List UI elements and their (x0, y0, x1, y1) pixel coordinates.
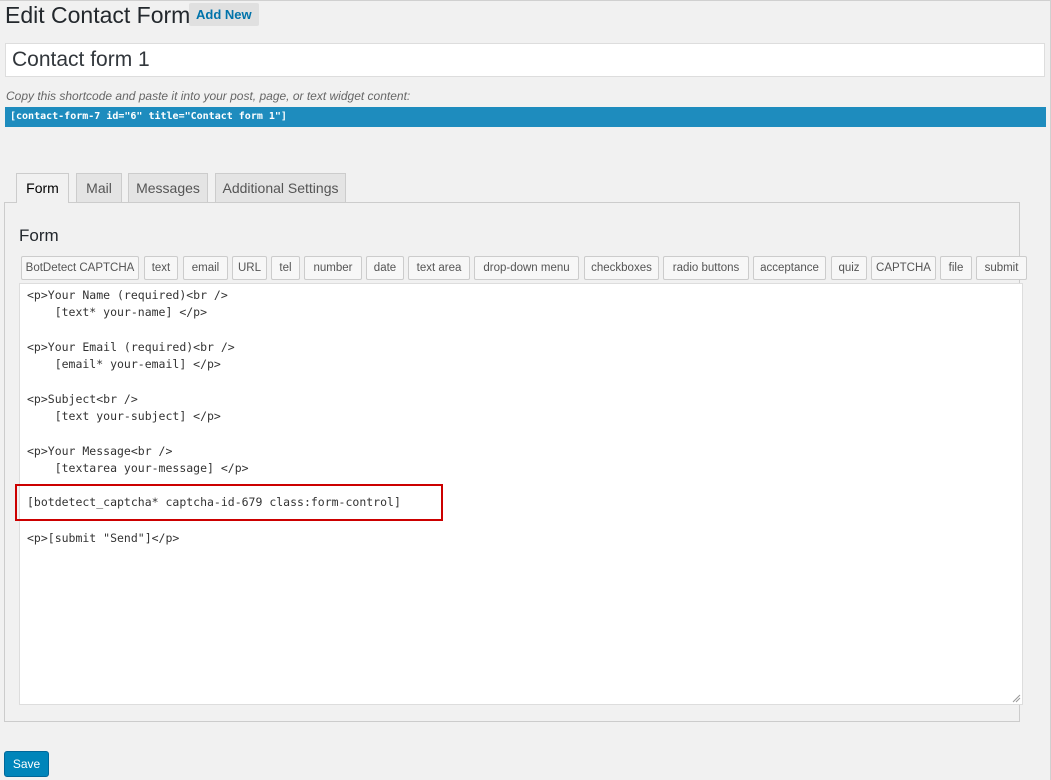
editor-line: [email* your-email] </p> (27, 357, 221, 371)
add-new-button[interactable]: Add New (189, 3, 259, 26)
panel-title: Form (19, 226, 59, 245)
tag-button-tel[interactable]: tel (271, 256, 300, 280)
tag-button-radio-buttons[interactable]: radio buttons (663, 256, 749, 280)
tag-button-drop-down-menu[interactable]: drop-down menu (474, 256, 579, 280)
shortcode-hint: Copy this shortcode and paste it into yo… (6, 89, 411, 103)
tab-additional-settings[interactable]: Additional Settings (215, 173, 346, 202)
resize-handle-icon[interactable] (1011, 693, 1021, 703)
tag-button-captcha[interactable]: CAPTCHA (871, 256, 936, 280)
tag-button-submit[interactable]: submit (976, 256, 1027, 280)
tag-button-quiz[interactable]: quiz (831, 256, 867, 280)
tag-button-date[interactable]: date (366, 256, 404, 280)
tag-button-file[interactable]: file (940, 256, 972, 280)
editor-line: [textarea your-message] </p> (27, 461, 249, 475)
tag-button-checkboxes[interactable]: checkboxes (584, 256, 659, 280)
form-title-input[interactable] (5, 43, 1045, 77)
tab-mail[interactable]: Mail (76, 173, 122, 202)
tab-messages[interactable]: Messages (128, 173, 208, 202)
editor-line: <p>Your Name (required)<br /> (27, 288, 228, 302)
tag-button-acceptance[interactable]: acceptance (753, 256, 826, 280)
tag-button-botdetect-captcha[interactable]: BotDetect CAPTCHA (21, 256, 139, 280)
editor-line: [text* your-name] </p> (27, 305, 208, 319)
shortcode-field[interactable]: [contact-form-7 id="6" title="Contact fo… (5, 107, 1046, 127)
save-button[interactable]: Save (4, 751, 49, 777)
editor-line: <p>Subject<br /> (27, 392, 138, 406)
editor-line: <p>Your Message<br /> (27, 444, 173, 458)
tag-button-number[interactable]: number (304, 256, 362, 280)
editor-line: [text your-subject] </p> (27, 409, 221, 423)
captcha-tag-highlight-box (15, 484, 443, 521)
editor-line: <p>Your Email (required)<br /> (27, 340, 235, 354)
tag-button-email[interactable]: email (183, 256, 228, 280)
editor-line: <p>[submit "Send"]</p> (27, 531, 180, 545)
tag-button-url[interactable]: URL (232, 256, 267, 280)
page-title: Edit Contact Form (5, 2, 191, 28)
tab-form[interactable]: Form (16, 173, 69, 203)
tag-button-text[interactable]: text (144, 256, 178, 280)
tag-button-text-area[interactable]: text area (408, 256, 470, 280)
